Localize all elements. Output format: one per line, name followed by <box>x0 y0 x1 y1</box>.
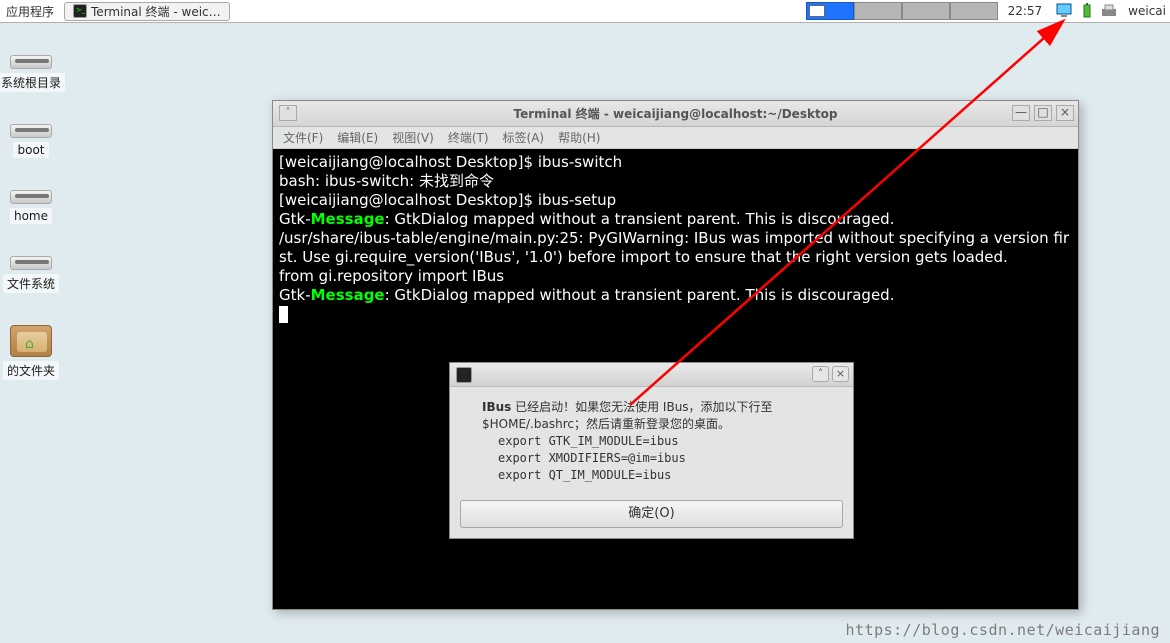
desktop-icon-folder[interactable]: ⌂ 的文件夹 <box>0 325 62 380</box>
terminal-line: from gi.repository import IBus <box>279 267 504 285</box>
drive-icon <box>10 256 52 270</box>
terminal-command: ibus-switch <box>538 153 622 171</box>
dialog-code-line: export GTK_IM_MODULE=ibus <box>482 433 835 450</box>
desktop-icon-filesystem[interactable]: 文件系统 <box>0 256 62 293</box>
desktop-icon-label: home <box>10 208 52 224</box>
watermark: https://blog.csdn.net/weicaijiang <box>845 621 1160 639</box>
dialog-code-line: export XMODIFIERS=@im=ibus <box>482 450 835 467</box>
dialog-close-button[interactable]: × <box>832 366 849 382</box>
desktop-icon-label: boot <box>13 142 48 158</box>
system-tray <box>1052 3 1124 19</box>
dialog-body: IBus 已经启动！如果您无法使用 IBus，添加以下行至 $HOME/.bas… <box>450 387 853 494</box>
terminal-line: : GtkDialog mapped without a transient p… <box>385 286 895 304</box>
desktop-icon-boot[interactable]: boot <box>0 124 62 158</box>
print-icon[interactable] <box>1100 3 1120 19</box>
terminal-line: Gtk- <box>279 286 311 304</box>
user-menu[interactable]: weicai <box>1124 4 1170 18</box>
menu-file[interactable]: 文件(F) <box>283 129 323 146</box>
terminal-line: bash: ibus-switch: 未找到命令 <box>279 172 494 190</box>
window-maximize-button[interactable]: □ <box>1034 105 1052 121</box>
desktop-icon-label: 文件系统 <box>3 274 59 293</box>
workspace-switcher[interactable] <box>806 2 998 20</box>
terminal-prompt: [weicaijiang@localhost Desktop]$ <box>279 191 538 209</box>
workspace-2[interactable] <box>854 2 902 20</box>
desktop-icons: 系统根目录 boot home 文件系统 ⌂ 的文件夹 <box>0 55 62 380</box>
top-panel: 应用程序 Terminal 终端 - weic… 22:57 weicai <box>0 0 1170 23</box>
menu-view[interactable]: 视图(V) <box>392 129 434 146</box>
window-close-button[interactable]: × <box>1056 105 1074 121</box>
menu-terminal[interactable]: 终端(T) <box>448 129 489 146</box>
terminal-highlight: Message <box>311 210 385 228</box>
terminal-prompt: [weicaijiang@localhost Desktop]$ <box>279 153 538 171</box>
menu-help[interactable]: 帮助(H) <box>558 129 600 146</box>
dialog-text: 已经启动！如果您无法使用 IBus，添加以下行至 $HOME/.bashrc；然… <box>482 400 773 431</box>
panel-clock[interactable]: 22:57 <box>998 4 1053 18</box>
applications-menu[interactable]: 应用程序 <box>0 3 60 20</box>
window-up-button[interactable]: ˄ <box>279 105 297 121</box>
terminal-command: ibus-setup <box>538 191 616 209</box>
drive-icon <box>10 124 52 138</box>
terminal-line: /usr/share/ibus-table/engine/main.py:25:… <box>279 229 1069 266</box>
battery-icon[interactable] <box>1078 3 1098 19</box>
desktop-icon-rootfs[interactable]: 系统根目录 <box>0 55 62 92</box>
window-title: Terminal 终端 - weicaijiang@localhost:~/De… <box>513 105 837 122</box>
terminal-line: Gtk- <box>279 210 311 228</box>
dialog-text-bold: IBus <box>482 400 511 414</box>
terminal-line: : GtkDialog mapped without a transient p… <box>385 210 895 228</box>
terminal-icon <box>73 4 87 18</box>
workspace-3[interactable] <box>902 2 950 20</box>
dialog-ok-button[interactable]: 确定(O) <box>460 500 843 528</box>
desktop-icon-label: 系统根目录 <box>0 73 65 92</box>
terminal-cursor <box>279 306 288 323</box>
drive-icon <box>10 190 52 204</box>
terminal-highlight: Message <box>311 286 385 304</box>
window-minimize-button[interactable]: — <box>1012 105 1030 121</box>
taskbar-item-terminal[interactable]: Terminal 终端 - weic… <box>64 2 230 21</box>
ibus-dialog: ˄ × IBus 已经启动！如果您无法使用 IBus，添加以下行至 $HOME/… <box>449 362 854 539</box>
workspace-4[interactable] <box>950 2 998 20</box>
desktop-icon-label: 的文件夹 <box>3 361 59 380</box>
drive-icon <box>10 55 52 69</box>
window-titlebar[interactable]: ˄ Terminal 终端 - weicaijiang@localhost:~/… <box>273 101 1078 127</box>
menu-tabs[interactable]: 标签(A) <box>503 129 545 146</box>
dialog-icon <box>456 367 472 383</box>
menu-edit[interactable]: 编辑(E) <box>337 129 378 146</box>
task-label: Terminal 终端 - weic… <box>91 3 221 20</box>
desktop-icon-home[interactable]: home <box>0 190 62 224</box>
folder-icon: ⌂ <box>10 325 52 357</box>
terminal-menubar: 文件(F) 编辑(E) 视图(V) 终端(T) 标签(A) 帮助(H) <box>273 127 1078 149</box>
workspace-1[interactable] <box>806 2 854 20</box>
display-icon[interactable] <box>1056 3 1076 19</box>
dialog-titlebar[interactable]: ˄ × <box>450 363 853 387</box>
dialog-up-button[interactable]: ˄ <box>812 366 829 382</box>
dialog-code-line: export QT_IM_MODULE=ibus <box>482 467 835 484</box>
